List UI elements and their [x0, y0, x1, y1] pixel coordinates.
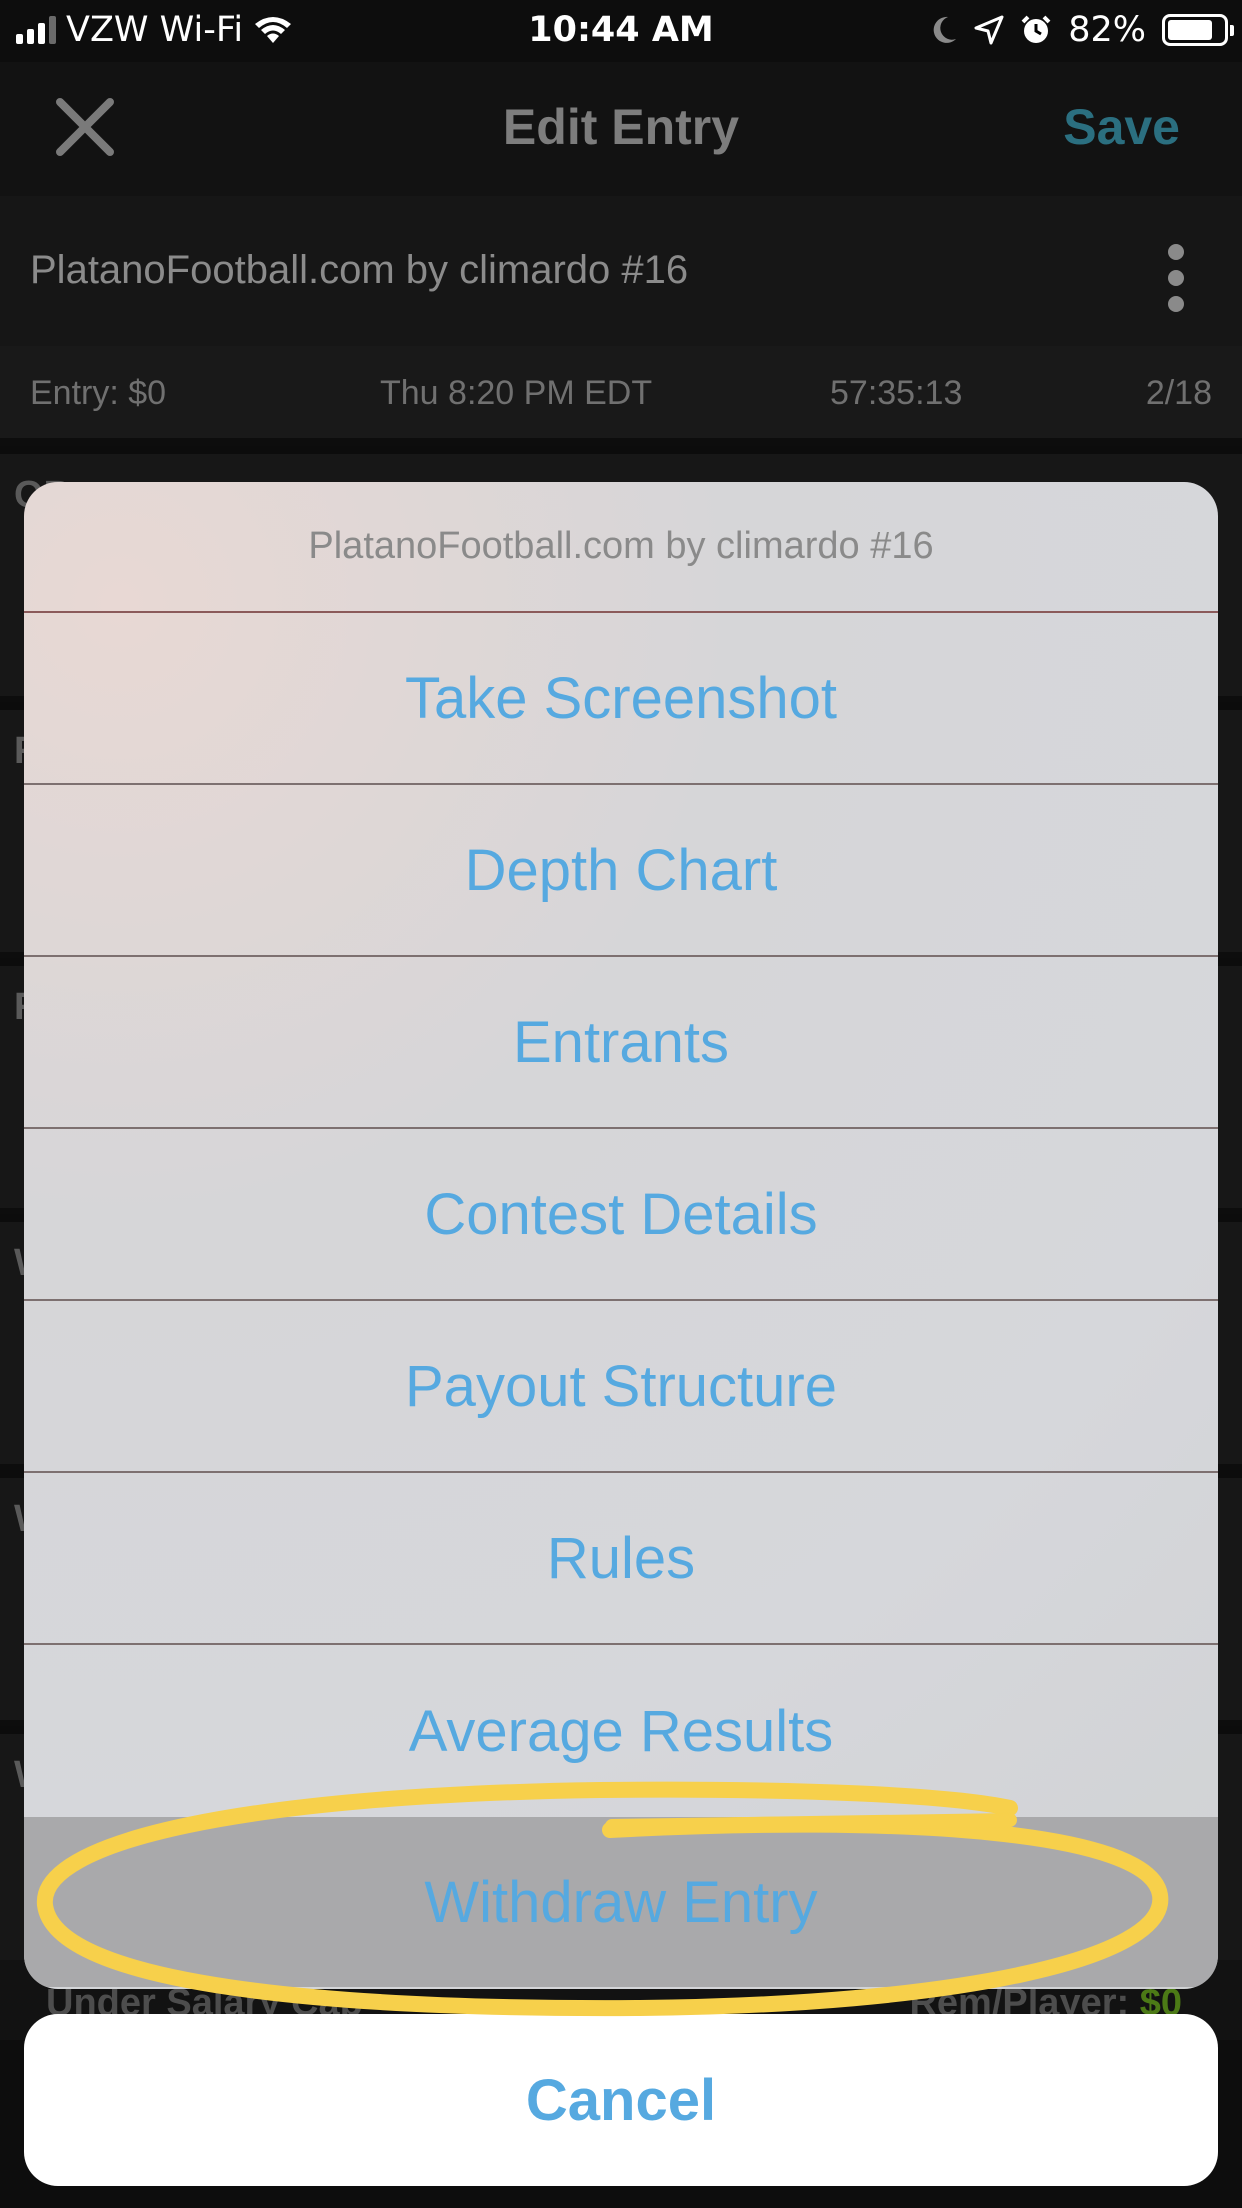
entrants-button[interactable]: Entrants	[24, 957, 1218, 1129]
moon-icon	[933, 16, 957, 43]
entry-fee: Entry: $0	[30, 374, 167, 412]
rules-button[interactable]: Rules	[24, 1473, 1218, 1645]
alarm-icon	[1021, 15, 1051, 43]
location-arrow-icon	[974, 15, 1004, 45]
contest-name: PlatanoFootball.com by climardo #16	[30, 248, 689, 292]
withdraw-entry-button[interactable]: Withdraw Entry	[24, 1817, 1218, 1987]
contest-header: PlatanoFootball.com by climardo #16	[0, 196, 1242, 346]
save-button[interactable]: Save	[1063, 98, 1180, 156]
contest-start-time: Thu 8:20 PM EDT	[380, 374, 653, 412]
page-title: Edit Entry	[502, 99, 740, 155]
action-sheet-title: PlatanoFootball.com by climardo #16	[24, 482, 1218, 613]
cancel-button[interactable]: Cancel	[24, 2014, 1218, 2186]
contest-details-button[interactable]: Contest Details	[24, 1129, 1218, 1301]
countdown-timer: 57:35:13	[830, 374, 963, 412]
battery-icon	[1162, 14, 1234, 46]
nav-bar: Edit Entry Save	[0, 62, 1242, 196]
status-right: 82%	[930, 10, 1234, 50]
battery-percent: 82%	[1068, 10, 1146, 50]
payout-structure-button[interactable]: Payout Structure	[24, 1301, 1218, 1473]
take-screenshot-button[interactable]: Take Screenshot	[24, 613, 1218, 785]
action-sheet: PlatanoFootball.com by climardo #16 Take…	[24, 482, 1218, 1989]
more-options-icon[interactable]	[1168, 244, 1186, 312]
contest-info-bar: Entry: $0 Thu 8:20 PM EDT 57:35:13 2/18	[0, 346, 1242, 438]
status-bar: VZW Wi-Fi 10:44 AM 82%	[0, 0, 1242, 62]
average-results-button[interactable]: Average Results	[24, 1645, 1218, 1817]
depth-chart-button[interactable]: Depth Chart	[24, 785, 1218, 957]
entrants-count: 2/18	[1145, 374, 1212, 412]
